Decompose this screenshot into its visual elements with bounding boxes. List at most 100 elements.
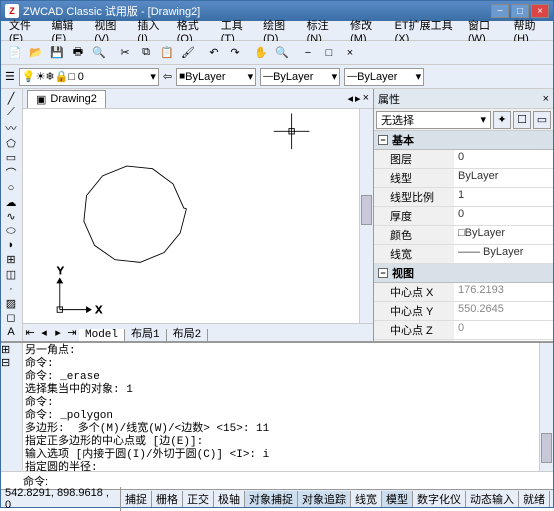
selection-dropdown[interactable]: 无选择▾ <box>376 111 491 129</box>
winctl-close-icon[interactable]: × <box>340 43 360 63</box>
prop-value[interactable]: 1 <box>454 188 553 206</box>
coords-readout[interactable]: 542.8291, 898.9618 , 0 <box>1 487 121 511</box>
pan-icon[interactable]: ✋ <box>251 43 271 63</box>
layout-tabs: ⇤ ◂ ▸ ⇥ Model布局1布局2 <box>23 323 373 341</box>
open-icon[interactable]: 📂 <box>26 43 46 63</box>
circle-icon[interactable]: ○ <box>1 181 21 195</box>
winctl-max-icon[interactable]: □ <box>319 43 339 63</box>
prop-row[interactable]: 厚度0 <box>374 207 553 226</box>
revcloud-icon[interactable]: ☁ <box>1 195 21 209</box>
winctl-min-icon[interactable]: − <box>298 43 318 63</box>
prop-row[interactable]: 线型比例1 <box>374 188 553 207</box>
hatch-icon[interactable]: ▨ <box>1 296 21 310</box>
properties-grid: −基本图层0线型ByLayer线型比例1厚度0颜色□ByLayer线宽—— By… <box>374 131 553 341</box>
prop-row[interactable]: 线型ByLayer <box>374 169 553 188</box>
lineweight-dropdown[interactable]: — ByLayer▾ <box>344 68 424 86</box>
prop-row[interactable]: 中心点 Z0 <box>374 321 553 340</box>
paste-icon[interactable]: 📋 <box>157 43 177 63</box>
status-toggle[interactable]: 就绪 <box>519 491 550 507</box>
props-close-icon[interactable]: × <box>543 93 549 105</box>
pickadd-icon[interactable]: ☐ <box>513 111 531 129</box>
new-icon[interactable]: 📄 <box>5 43 25 63</box>
status-toggle[interactable]: 栅格 <box>152 491 183 507</box>
prop-row[interactable]: 颜色□ByLayer <box>374 226 553 245</box>
prop-key: 中心点 X <box>374 283 454 301</box>
prop-value[interactable]: 0 <box>454 321 553 339</box>
layer-dropdown[interactable]: 💡☀❄🔒□ 0▾ <box>19 68 159 86</box>
insert-icon[interactable]: ⊞ <box>1 253 21 267</box>
layer-manager-icon[interactable]: ☰ <box>5 70 15 83</box>
prop-value[interactable]: ByLayer <box>454 169 553 187</box>
region-icon[interactable]: ◻ <box>1 310 21 324</box>
status-toggle[interactable]: 捕捉 <box>121 491 152 507</box>
print-icon[interactable]: 🖶 <box>68 43 88 63</box>
block-icon[interactable]: ◫ <box>1 267 21 281</box>
color-dropdown[interactable]: ■ ByLayer▾ <box>176 68 256 86</box>
canvas-scrollbar-v[interactable] <box>359 109 373 323</box>
tab-nav-right-icon[interactable]: ▸ <box>355 92 361 105</box>
cmd-tool2-icon[interactable]: ⊟ <box>1 356 22 369</box>
copy-icon[interactable]: ⧉ <box>136 43 156 63</box>
prop-row[interactable]: 线宽—— ByLayer <box>374 245 553 264</box>
status-toggle[interactable]: 线宽 <box>351 491 382 507</box>
status-toggle[interactable]: 极轴 <box>214 491 245 507</box>
text-icon[interactable]: A <box>1 325 21 339</box>
prop-value[interactable]: 550.2645 <box>454 302 553 320</box>
layout-tab[interactable]: Model <box>79 329 125 341</box>
layout-tab[interactable]: 布局2 <box>167 329 209 341</box>
status-toggle[interactable]: 数字化仪 <box>413 491 466 507</box>
statusbar: 542.8291, 898.9618 , 0 捕捉栅格正交极轴对象捕捉对象追踪线… <box>1 489 553 507</box>
tab-close-icon[interactable]: × <box>363 92 369 105</box>
status-toggle[interactable]: 正交 <box>183 491 214 507</box>
undo-icon[interactable]: ↶ <box>204 43 224 63</box>
collapse-icon[interactable]: − <box>378 135 388 145</box>
preview-icon[interactable]: 🔍 <box>89 43 109 63</box>
save-icon[interactable]: 💾 <box>47 43 67 63</box>
prop-row[interactable]: 中心点 Y550.2645 <box>374 302 553 321</box>
polyline-icon[interactable]: 〰 <box>1 120 21 136</box>
point-icon[interactable]: · <box>1 281 21 295</box>
polygon-icon[interactable]: ⬠ <box>1 136 21 150</box>
linetype-dropdown[interactable]: — ByLayer▾ <box>260 68 340 86</box>
cmd-tool1-icon[interactable]: ⊞ <box>1 343 22 356</box>
layer-prev-icon[interactable]: ⇦ <box>163 70 172 83</box>
status-toggle[interactable]: 对象追踪 <box>298 491 351 507</box>
arc-icon[interactable]: ⌒ <box>1 165 21 181</box>
layout-nav-prev-icon[interactable]: ◂ <box>37 326 51 339</box>
prop-value[interactable]: 0 <box>454 207 553 225</box>
prop-row[interactable]: 中心点 X176.2193 <box>374 283 553 302</box>
prop-group-header[interactable]: −基本 <box>374 131 553 150</box>
line-icon[interactable]: ╱ <box>1 91 21 105</box>
command-input[interactable] <box>48 475 553 487</box>
matchprop-icon[interactable]: 🖌 <box>178 43 198 63</box>
xline-icon[interactable]: ⟋ <box>1 105 21 119</box>
drawing-canvas[interactable]: X Y <box>23 109 373 323</box>
selectobj-icon[interactable]: ▭ <box>533 111 551 129</box>
prop-value[interactable]: □ByLayer <box>454 226 553 244</box>
ellipsearc-icon[interactable]: ◗ <box>1 238 21 252</box>
prop-value[interactable]: 0 <box>454 150 553 168</box>
prop-value[interactable]: —— ByLayer <box>454 245 553 263</box>
cut-icon[interactable]: ✂ <box>115 43 135 63</box>
ellipse-icon[interactable]: ⬭ <box>1 224 21 238</box>
zoom-icon[interactable]: 🔍 <box>272 43 292 63</box>
layout-nav-next-icon[interactable]: ▸ <box>51 326 65 339</box>
prop-value[interactable]: 176.2193 <box>454 283 553 301</box>
collapse-icon[interactable]: − <box>378 268 388 278</box>
qselect-icon[interactable]: ✦ <box>493 111 511 129</box>
command-history[interactable]: 另一角点: 命令: 命令: _erase 选择集当中的对象: 1 命令: 命令:… <box>23 343 553 471</box>
doc-tab-active[interactable]: ▣ Drawing2 <box>27 90 106 108</box>
redo-icon[interactable]: ↷ <box>225 43 245 63</box>
prop-group-header[interactable]: −视图 <box>374 264 553 283</box>
layout-nav-first-icon[interactable]: ⇤ <box>23 326 37 339</box>
status-toggle[interactable]: 模型 <box>382 491 413 507</box>
tab-nav-left-icon[interactable]: ◂ <box>348 92 354 105</box>
layout-tab[interactable]: 布局1 <box>125 329 167 341</box>
status-toggle[interactable]: 对象捕捉 <box>245 491 298 507</box>
spline-icon[interactable]: ∿ <box>1 209 21 223</box>
cmd-scrollbar-v[interactable] <box>539 343 553 471</box>
rectangle-icon[interactable]: ▭ <box>1 150 21 164</box>
layout-nav-last-icon[interactable]: ⇥ <box>65 326 79 339</box>
prop-row[interactable]: 图层0 <box>374 150 553 169</box>
status-toggle[interactable]: 动态输入 <box>466 491 519 507</box>
